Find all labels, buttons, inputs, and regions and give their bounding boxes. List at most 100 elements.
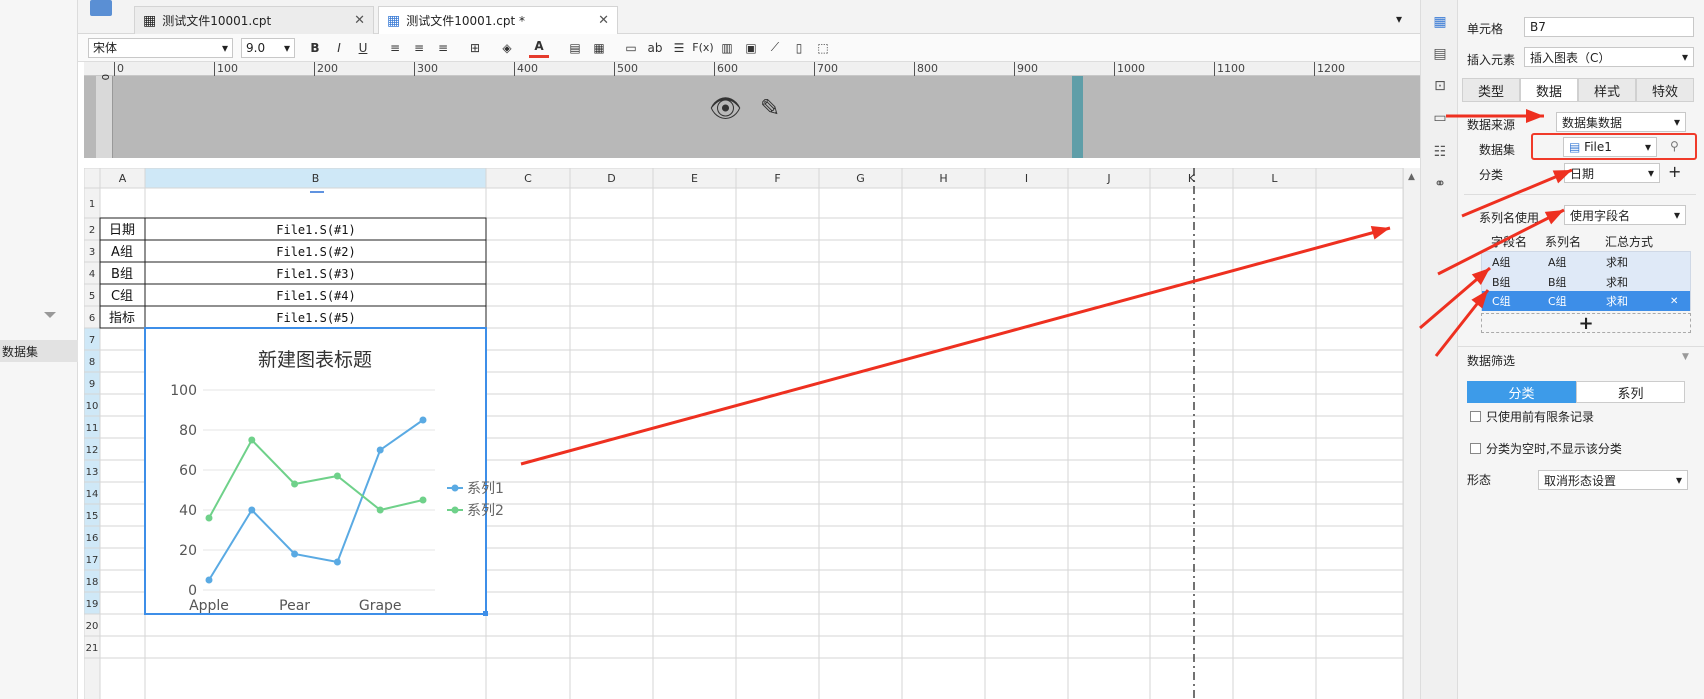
chevron-down-icon: ▾	[283, 40, 290, 55]
hide-icon[interactable]: 👁	[709, 94, 742, 124]
add-category-icon[interactable]: +	[1668, 162, 1681, 181]
pencil-icon[interactable]: ✎	[760, 94, 780, 122]
divider	[1458, 346, 1704, 347]
tab-file-2[interactable]: ▦ 测试文件10001.cpt * ✕	[378, 6, 618, 34]
page-boundary-marker[interactable]	[1072, 76, 1083, 158]
format-toolbar: 宋体 ▾ 9.0 ▾ B I U ≡ ≡ ≡ ⊞ ◈ A ▤ ▦ ▭ ab ☰ F(…	[78, 34, 1420, 62]
ruler-tick: 600	[714, 62, 738, 76]
filter-tab-series[interactable]: 系列	[1576, 381, 1685, 403]
insert-element-select[interactable]: 插入图表（C） ▾	[1524, 47, 1694, 67]
bar-chart-icon[interactable]: ▥	[717, 38, 737, 58]
series-cell: B组	[1548, 276, 1567, 289]
collapse-icon[interactable]	[44, 312, 56, 318]
tab-style[interactable]: 样式	[1578, 78, 1636, 102]
ruler-tick: 1100	[1214, 62, 1245, 76]
close-icon[interactable]: ✕	[354, 13, 365, 28]
table-icon[interactable]: ▦	[589, 38, 609, 58]
wrap-text-button[interactable]: ab	[645, 38, 665, 58]
source-value: 数据集数据	[1562, 115, 1623, 130]
ruler-tick: 500	[614, 62, 638, 76]
font-family-select[interactable]: 宋体 ▾	[88, 37, 233, 58]
font-size-select[interactable]: 9.0 ▾	[241, 37, 295, 58]
limit-records-checkbox[interactable]	[1470, 411, 1481, 422]
dataset-tab[interactable]: 数据集	[0, 340, 78, 362]
field-grid-header: 字段名 系列名 汇总方式	[1481, 233, 1691, 251]
slash-icon[interactable]: ⟋	[765, 38, 785, 58]
field-cell: A组	[1492, 256, 1511, 269]
border-icon[interactable]: ⊡	[1430, 76, 1450, 96]
merge-icon[interactable]: ▤	[565, 38, 585, 58]
tab-effects[interactable]: 特效	[1636, 78, 1694, 102]
underline-button[interactable]: U	[353, 38, 373, 58]
widget-icon[interactable]: ▭	[1430, 108, 1450, 128]
close-icon[interactable]: ✕	[598, 13, 609, 28]
dataset-highlight-box	[1531, 133, 1697, 160]
shape-label: 形态	[1467, 473, 1492, 487]
summary-cell: 求和	[1606, 276, 1628, 289]
text-color-button[interactable]: A	[529, 38, 549, 58]
bold-button[interactable]: B	[305, 38, 325, 58]
image-icon[interactable]: ▣	[741, 38, 761, 58]
unmerge-icon[interactable]: ▭	[621, 38, 641, 58]
hide-empty-category-checkbox[interactable]	[1470, 443, 1481, 454]
cell-label: 单元格	[1467, 22, 1504, 36]
right-icon-rail: ▦ ▤ ⊡ ▭ ☷ ⚭	[1420, 0, 1458, 699]
tab-type[interactable]: 类型	[1462, 78, 1520, 102]
ruler-tick: 200	[314, 62, 338, 76]
formula-button[interactable]: F(x)	[692, 38, 713, 58]
add-row-button[interactable]: +	[1481, 313, 1691, 334]
scroll-up-icon[interactable]: ▲	[1408, 172, 1415, 182]
field-cell: C组	[1492, 295, 1511, 308]
tab-menu-icon[interactable]: ▾	[1396, 12, 1402, 26]
align-center-icon[interactable]: ≡	[409, 38, 429, 58]
delete-row-icon[interactable]: ✕	[1670, 296, 1678, 307]
cell-field[interactable]: B7	[1524, 17, 1694, 37]
font-family-value: 宋体	[93, 41, 118, 55]
italic-button[interactable]: I	[329, 38, 349, 58]
series-cell: C组	[1548, 295, 1567, 308]
left-panel: 数据集	[0, 0, 78, 699]
tab-file-2-label: 测试文件10001.cpt *	[406, 14, 525, 28]
chevron-down-icon: ▾	[1675, 473, 1682, 487]
source-select[interactable]: 数据集数据 ▾	[1556, 112, 1686, 132]
shape-select[interactable]: 取消形态设置 ▾	[1538, 470, 1688, 490]
list-icon[interactable]: ☰	[669, 38, 689, 58]
series-name-label: 系列名使用	[1479, 211, 1540, 225]
filter-tab-category[interactable]: 分类	[1467, 381, 1576, 403]
collapse-icon[interactable]: ▼	[1682, 352, 1689, 362]
ruler-tick: 300	[414, 62, 438, 76]
condition-icon[interactable]: ☷	[1430, 142, 1450, 162]
hyperlink-icon[interactable]: ⚭	[1430, 174, 1450, 194]
tab-data[interactable]: 数据	[1520, 78, 1578, 102]
series-name-select[interactable]: 使用字段名 ▾	[1564, 205, 1686, 225]
border-icon[interactable]: ⊞	[465, 38, 485, 58]
ruler-tick: 100	[214, 62, 238, 76]
dataset-label: 数据集	[1479, 143, 1516, 157]
frame-icon[interactable]: ⬚	[813, 38, 833, 58]
field-cell: B组	[1492, 276, 1511, 289]
fill-color-icon[interactable]: ◈	[497, 38, 517, 58]
grid-header-field: 字段名	[1491, 235, 1528, 249]
vertical-scrollbar[interactable]: ▲	[1403, 168, 1420, 699]
chevron-down-icon: ▾	[1673, 208, 1680, 222]
limit-records-label: 只使用前有限条记录	[1486, 410, 1595, 424]
spreadsheet[interactable]: A B C D E F G H I J K L 1 2 3 4 5 6 7 8 9 10 11 12 13 14 15 16 17 18 1…	[84, 168, 1403, 699]
ruler-tick: 0	[114, 62, 124, 76]
tab-file-1-label: 测试文件10001.cpt	[162, 14, 272, 28]
cell-attr-icon[interactable]: ▦	[1430, 12, 1450, 32]
horizontal-ruler: 0 100 200 300 400 500 600 700 800 900 1000 1100 1200	[84, 62, 1420, 76]
series-name-value: 使用字段名	[1570, 208, 1631, 223]
field-grid-row[interactable]: A组 A组 求和	[1482, 252, 1690, 272]
align-left-icon[interactable]: ≡	[385, 38, 405, 58]
align-right-icon[interactable]: ≡	[433, 38, 453, 58]
chevron-down-icon: ▾	[1673, 115, 1680, 129]
app-icon[interactable]	[90, 0, 112, 16]
grid-header-series: 系列名	[1545, 235, 1582, 249]
subreport-icon[interactable]: ▯	[789, 38, 809, 58]
field-grid-row-selected[interactable]: C组 C组 求和 ✕	[1482, 291, 1690, 311]
summary-cell: 求和	[1606, 256, 1628, 269]
chart-icon[interactable]: ▤	[1430, 44, 1450, 64]
category-select[interactable]: 日期 ▾	[1564, 163, 1660, 183]
tab-file-1[interactable]: ▦ 测试文件10001.cpt ✕	[134, 6, 374, 34]
field-grid-row[interactable]: B组 B组 求和	[1482, 272, 1690, 292]
